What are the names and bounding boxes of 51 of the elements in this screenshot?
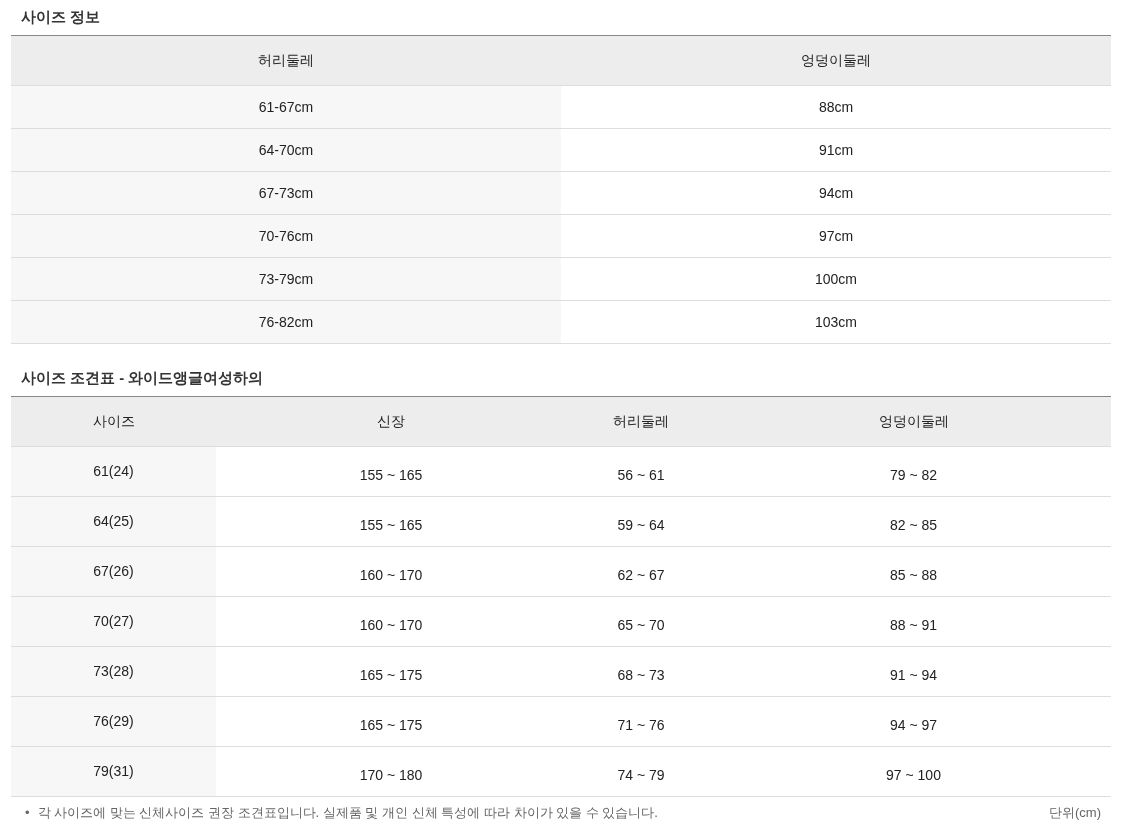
table-cell: 68 ~ 73: [566, 646, 716, 697]
table-cell: 79 ~ 82: [716, 446, 1111, 497]
table-cell: 160 ~ 170: [216, 596, 566, 647]
column-header: 엉덩이둘레: [561, 35, 1111, 86]
table-cell: 64(25): [11, 496, 216, 547]
table-cell: 62 ~ 67: [566, 546, 716, 597]
table-cell: 165 ~ 175: [216, 646, 566, 697]
column-header: 엉덩이둘레: [716, 396, 1111, 447]
table-cell: 74 ~ 79: [566, 746, 716, 797]
table-cell: 91 ~ 94: [716, 646, 1111, 697]
table-cell: 100cm: [561, 257, 1111, 301]
section-title: 사이즈 정보: [20, 7, 102, 27]
table-cell: 97cm: [561, 214, 1111, 258]
table-cell: 165 ~ 175: [216, 696, 566, 747]
table-cell: 76(29): [11, 696, 216, 747]
footnote-text: 각 사이즈에 맞는 신체사이즈 권장 조견표입니다. 실제품 및 개인 신체 특성에 따라 차이가 있을 수 있습니다.: [37, 805, 658, 820]
column-header: 신장: [216, 396, 566, 447]
table-cell: 61-67cm: [11, 85, 561, 129]
table-cell: 70(27): [11, 596, 216, 647]
table-cell: 94 ~ 97: [716, 696, 1111, 747]
table-cell: 97 ~ 100: [716, 746, 1111, 797]
table-cell: 65 ~ 70: [566, 596, 716, 647]
table-cell: 59 ~ 64: [566, 496, 716, 547]
table-cell: 160 ~ 170: [216, 546, 566, 597]
column-header: 허리둘레: [566, 396, 716, 447]
table-cell: 79(31): [11, 746, 216, 797]
table-cell: 73(28): [11, 646, 216, 697]
table-cell: 91cm: [561, 128, 1111, 172]
table-cell: 56 ~ 61: [566, 446, 716, 497]
table-cell: 155 ~ 165: [216, 446, 566, 497]
table-cell: 103cm: [561, 300, 1111, 344]
table-cell: 76-82cm: [11, 300, 561, 344]
table-cell: 61(24): [11, 446, 216, 497]
table-cell: 67(26): [11, 546, 216, 597]
table-cell: 82 ~ 85: [716, 496, 1111, 547]
column-header: 사이즈: [11, 396, 216, 447]
table-cell: 71 ~ 76: [566, 696, 716, 747]
table-cell: 170 ~ 180: [216, 746, 566, 797]
table-cell: 88 ~ 91: [716, 596, 1111, 647]
column-header: 허리둘레: [11, 35, 561, 86]
table-cell: 64-70cm: [11, 128, 561, 172]
table-cell: 88cm: [561, 85, 1111, 129]
section-title: 사이즈 조견표 - 와이드앵글여성하의: [20, 368, 265, 388]
table-cell: 73-79cm: [11, 257, 561, 301]
unit-label: 단위(cm): [1049, 804, 1101, 822]
table-cell: 155 ~ 165: [216, 496, 566, 547]
table-cell: 70-76cm: [11, 214, 561, 258]
table-cell: 67-73cm: [11, 171, 561, 215]
table-cell: 85 ~ 88: [716, 546, 1111, 597]
bullet-icon: •: [25, 805, 30, 820]
table-cell: 94cm: [561, 171, 1111, 215]
